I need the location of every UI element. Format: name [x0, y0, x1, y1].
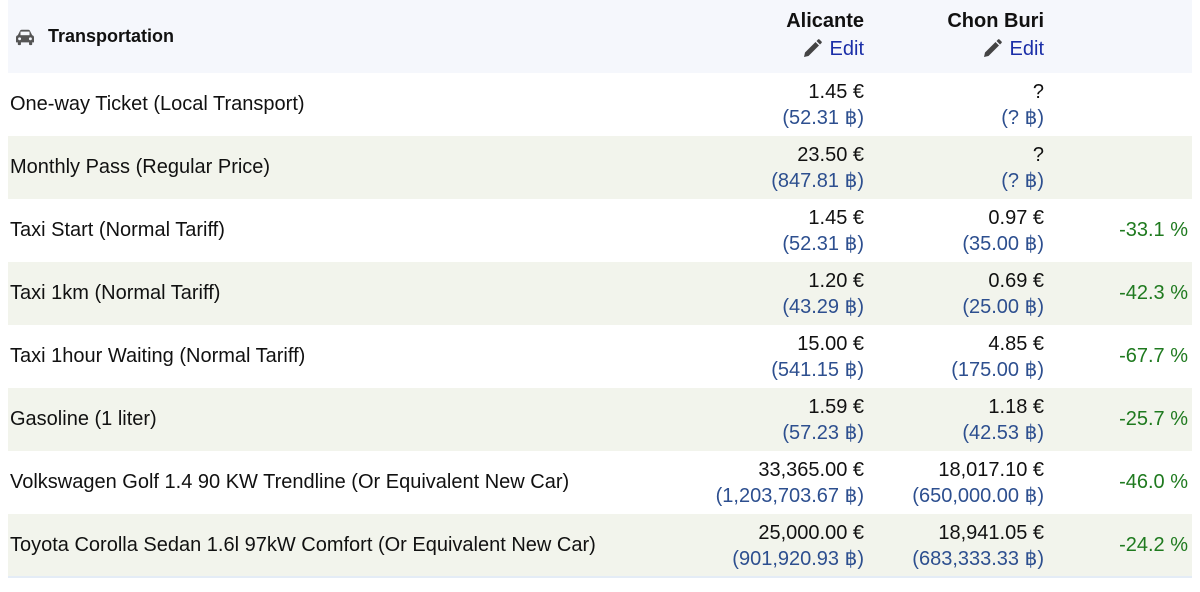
price-cell-city1: 33,365.00 € (1,203,703.67 ฿)	[688, 451, 868, 514]
price-thb: (25.00 ฿)	[962, 295, 1044, 318]
price-eur: 1.20 €	[808, 269, 864, 292]
item-label: Toyota Corolla Sedan 1.6l 97kW Comfort (…	[10, 534, 596, 556]
price-cell-city2: ? (? ฿)	[868, 136, 1048, 199]
price-difference: -25.7 %	[1119, 408, 1188, 430]
price-thb: (650,000.00 ฿)	[912, 484, 1044, 507]
table-row: Taxi 1hour Waiting (Normal Tariff) 15.00…	[8, 325, 1192, 388]
price-thb: (43.29 ฿)	[782, 295, 864, 318]
price-thb: (541.15 ฿)	[771, 358, 864, 381]
price-eur: 1.45 €	[808, 206, 864, 229]
item-label: One-way Ticket (Local Transport)	[10, 93, 305, 115]
table-row: Toyota Corolla Sedan 1.6l 97kW Comfort (…	[8, 514, 1192, 577]
price-thb: (1,203,703.67 ฿)	[715, 484, 864, 507]
price-thb: (? ฿)	[1001, 169, 1044, 192]
city-header-chon-buri: Chon Buri Edit	[868, 0, 1048, 73]
price-cell-city1: 25,000.00 € (901,920.93 ฿)	[688, 514, 868, 577]
price-cell-city1: 15.00 € (541.15 ฿)	[688, 325, 868, 388]
price-thb: (35.00 ฿)	[962, 232, 1044, 255]
table-row: Monthly Pass (Regular Price) 23.50 € (847…	[8, 136, 1192, 199]
price-eur: 18,017.10 €	[938, 458, 1044, 481]
price-cell-city1: 1.20 € (43.29 ฿)	[688, 262, 868, 325]
price-cell-city1: 1.59 € (57.23 ฿)	[688, 388, 868, 451]
table-row: Volkswagen Golf 1.4 90 KW Trendline (Or …	[8, 451, 1192, 514]
price-difference: -67.7 %	[1119, 345, 1188, 367]
price-thb: (683,333.33 ฿)	[912, 547, 1044, 570]
city-header-alicante: Alicante Edit	[688, 0, 868, 73]
edit-label: Edit	[1009, 38, 1044, 60]
item-label: Volkswagen Golf 1.4 90 KW Trendline (Or …	[10, 471, 570, 493]
price-difference: -33.1 %	[1119, 219, 1188, 241]
item-label: Monthly Pass (Regular Price)	[10, 156, 271, 178]
price-eur: 1.18 €	[988, 395, 1044, 418]
price-cell-city2: 4.85 € (175.00 ฿)	[868, 325, 1048, 388]
price-difference	[1048, 73, 1192, 136]
price-thb: (175.00 ฿)	[951, 358, 1044, 381]
edit-label: Edit	[829, 38, 864, 60]
table-row: Gasoline (1 liter) 1.59 € (57.23 ฿) 1.18 …	[8, 388, 1192, 451]
price-difference	[1048, 136, 1192, 199]
price-thb: (901,920.93 ฿)	[732, 547, 864, 570]
category-title: Transportation	[48, 26, 175, 46]
table-row: One-way Ticket (Local Transport) 1.45 € (…	[8, 73, 1192, 136]
price-eur: 15.00 €	[797, 332, 864, 355]
item-label: Taxi 1hour Waiting (Normal Tariff)	[10, 345, 306, 367]
price-difference: -24.2 %	[1119, 534, 1188, 556]
city-name: Chon Buri	[947, 10, 1044, 32]
difference-header	[1048, 0, 1192, 73]
price-eur: 1.45 €	[808, 80, 864, 103]
price-eur: 25,000.00 €	[758, 521, 864, 544]
price-difference: -46.0 %	[1119, 471, 1188, 493]
price-thb: (52.31 ฿)	[782, 106, 864, 129]
category-header: Transportation	[8, 0, 688, 73]
pencil-icon	[803, 39, 822, 57]
price-eur: 18,941.05 €	[938, 521, 1044, 544]
price-thb: (847.81 ฿)	[771, 169, 864, 192]
table-row: Taxi 1km (Normal Tariff) 1.20 € (43.29 ฿)…	[8, 262, 1192, 325]
table-row: Taxi Start (Normal Tariff) 1.45 € (52.31 …	[8, 199, 1192, 262]
price-cell-city2: ? (? ฿)	[868, 73, 1048, 136]
price-eur: ?	[1032, 143, 1044, 166]
price-eur: 33,365.00 €	[758, 458, 864, 481]
city-name: Alicante	[786, 10, 864, 32]
price-eur: 1.59 €	[808, 395, 864, 418]
price-difference: -42.3 %	[1119, 282, 1188, 304]
item-label: Gasoline (1 liter)	[10, 408, 157, 430]
price-thb: (57.23 ฿)	[782, 421, 864, 444]
car-icon	[16, 29, 34, 45]
price-cell-city2: 0.97 € (35.00 ฿)	[868, 199, 1048, 262]
transportation-price-table-section: Transportation Alicante Edit Chon Buri E…	[0, 0, 1200, 592]
edit-link-chon-buri[interactable]: Edit	[982, 34, 1044, 64]
price-cell-city2: 0.69 € (25.00 ฿)	[868, 262, 1048, 325]
price-thb: (? ฿)	[1001, 106, 1044, 129]
price-comparison-table: Transportation Alicante Edit Chon Buri E…	[8, 0, 1192, 577]
table-bottom-divider	[8, 576, 1192, 578]
price-thb: (42.53 ฿)	[962, 421, 1044, 444]
price-cell-city2: 1.18 € (42.53 ฿)	[868, 388, 1048, 451]
item-label: Taxi 1km (Normal Tariff)	[10, 282, 221, 304]
price-eur: 23.50 €	[797, 143, 864, 166]
price-thb: (52.31 ฿)	[782, 232, 864, 255]
price-eur: 4.85 €	[988, 332, 1044, 355]
price-eur: ?	[1032, 80, 1044, 103]
price-cell-city1: 1.45 € (52.31 ฿)	[688, 199, 868, 262]
price-cell-city1: 23.50 € (847.81 ฿)	[688, 136, 868, 199]
table-header-row: Transportation Alicante Edit Chon Buri E…	[8, 0, 1192, 73]
price-eur: 0.97 €	[988, 206, 1044, 229]
price-eur: 0.69 €	[988, 269, 1044, 292]
edit-link-alicante[interactable]: Edit	[802, 34, 864, 64]
price-cell-city2: 18,017.10 € (650,000.00 ฿)	[868, 451, 1048, 514]
price-cell-city1: 1.45 € (52.31 ฿)	[688, 73, 868, 136]
item-label: Taxi Start (Normal Tariff)	[10, 219, 225, 241]
pencil-icon	[983, 39, 1002, 57]
price-cell-city2: 18,941.05 € (683,333.33 ฿)	[868, 514, 1048, 577]
